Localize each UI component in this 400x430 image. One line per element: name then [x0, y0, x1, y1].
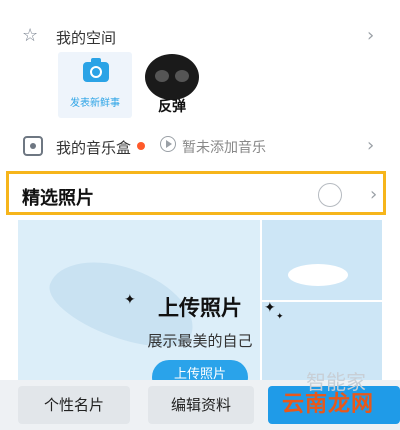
- sparkle-icon: ✦: [124, 292, 136, 308]
- profile-card-button[interactable]: 个性名片: [18, 386, 130, 424]
- my-space-label: 我的空间: [56, 29, 117, 47]
- chevron-right-icon: ›: [367, 135, 375, 156]
- meme-eye: [175, 70, 189, 82]
- play-icon: [160, 136, 176, 152]
- chevron-right-icon: ›: [370, 184, 378, 205]
- panda-meme-image: [145, 54, 199, 100]
- music-box-row[interactable]: 我的音乐盒 暂未添加音乐 ›: [0, 128, 400, 164]
- notification-dot: [137, 142, 145, 150]
- music-status: 暂未添加音乐: [182, 140, 266, 156]
- sparkle-icon: ✦: [276, 312, 284, 322]
- fish-decoration: [288, 264, 348, 286]
- post-update-tile[interactable]: 发表新鲜事: [58, 52, 132, 118]
- edit-profile-button[interactable]: 编辑资料: [148, 386, 254, 424]
- chevron-right-icon: ›: [367, 25, 375, 46]
- music-box-label: 我的音乐盒: [56, 139, 132, 157]
- meme-caption: 反弹: [158, 99, 186, 115]
- star-icon: ☆: [22, 25, 39, 46]
- meme-post-thumbnail[interactable]: 反弹: [142, 52, 202, 118]
- meme-eye: [155, 70, 169, 82]
- selected-photos-row[interactable]: 精选照片 ›: [6, 171, 386, 215]
- post-update-label: 发表新鲜事: [70, 98, 120, 109]
- my-space-row[interactable]: ☆ 我的空间 ›: [0, 0, 400, 47]
- radio-icon[interactable]: [318, 183, 342, 207]
- upload-photo-button[interactable]: 上传照片: [152, 360, 248, 380]
- banner-title: 上传照片: [158, 296, 242, 320]
- camera-icon: [83, 58, 109, 82]
- sparkle-icon: ✦: [264, 300, 276, 316]
- selected-photos-label: 精选照片: [22, 188, 94, 209]
- upload-photo-banner: 上传照片 ✦ ✦ ✦ 展示最美的自己 上传照片: [18, 220, 382, 380]
- banner-subtitle: 展示最美的自己: [147, 332, 253, 350]
- music-box-icon: [23, 136, 43, 156]
- banner-side-panel-top: [260, 220, 382, 302]
- site-watermark: 云南龙网: [282, 392, 375, 417]
